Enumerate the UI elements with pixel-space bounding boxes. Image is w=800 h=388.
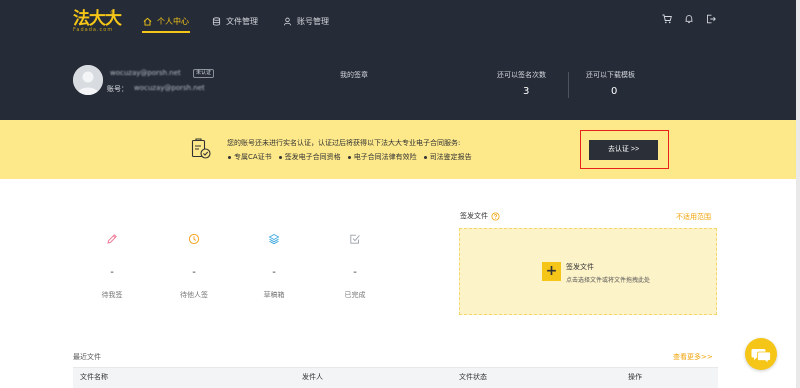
dropzone-hint: 点击选择文件或将文件拖拽此处	[566, 277, 651, 284]
clock-icon	[188, 233, 200, 245]
see-more-link[interactable]: 查看更多>>	[673, 352, 713, 362]
account-value: wocuzay@porsh.net	[134, 84, 205, 92]
counter-completed[interactable]: - 已完成	[335, 233, 375, 300]
column-actions: 操作	[628, 373, 642, 381]
chat-bubbles-icon	[751, 349, 771, 364]
counter-drafts[interactable]: - 草稿箱	[254, 233, 294, 300]
counter-label: 待我签	[101, 291, 123, 299]
page-scrollbar[interactable]	[796, 0, 800, 388]
verification-banner	[0, 120, 800, 179]
column-file-status: 文件状态	[459, 373, 487, 381]
home-icon	[143, 17, 152, 26]
chat-button[interactable]	[745, 338, 777, 370]
database-icon	[212, 16, 221, 26]
auth-status-badge: 未认证	[193, 69, 215, 78]
my-signature-link[interactable]: 我的签章	[340, 70, 368, 80]
brand-logo[interactable]: 法大大 Fadada.com ®	[73, 10, 122, 33]
counter-label: 待他人签	[180, 291, 208, 299]
user-icon	[283, 17, 292, 25]
counter-value: -	[192, 267, 196, 278]
bell-icon[interactable]	[684, 14, 694, 24]
verify-now-button[interactable]: 去认证 >>	[589, 140, 658, 160]
not-applicable-scope-link[interactable]: 不适用范围	[676, 212, 711, 222]
avatar[interactable]	[73, 65, 103, 95]
account-label: 账号：	[107, 85, 128, 93]
benefit-item: 专属CA证书	[228, 152, 272, 162]
counter-awaiting-others[interactable]: - 待他人签	[174, 233, 214, 300]
active-nav-indicator	[142, 31, 190, 33]
counter-value: -	[272, 267, 276, 278]
counter-value: -	[110, 267, 114, 278]
benefit-list: 专属CA证书 签发电子合同资格 电子合同法律有效险 司法鉴定报告	[228, 152, 472, 162]
sign-file-heading: 签发文件	[460, 211, 500, 221]
nav-personal-center[interactable]: 个人中心	[143, 14, 189, 28]
recent-files-table-header	[73, 367, 718, 388]
help-icon[interactable]	[491, 211, 500, 221]
counter-awaiting-me[interactable]: - 待我签	[92, 233, 132, 300]
remaining-downloads-label: 还可以下载模板	[586, 71, 635, 79]
benefit-item: 签发电子合同资格	[278, 152, 341, 162]
recent-files-title: 最近文件	[73, 353, 101, 361]
counter-label: 已完成	[344, 291, 366, 299]
verification-message: 您的账号还未进行实名认证，认证过后将获得以下法大大专业电子合同服务:	[227, 139, 461, 147]
certificate-icon	[190, 138, 212, 160]
nav-account-management[interactable]: 账号管理	[283, 14, 329, 28]
stats-divider	[568, 72, 569, 98]
benefit-item: 电子合同法律有效险	[347, 152, 417, 162]
sign-file-title: 签发文件	[460, 212, 488, 220]
pen-icon	[106, 233, 118, 245]
dropzone-title: 签发文件	[566, 263, 594, 271]
remaining-downloads-value: 0	[611, 86, 618, 97]
remaining-signs-value: 3	[523, 86, 530, 97]
nav-account-management-label: 账号管理	[297, 16, 329, 26]
column-file-name: 文件名称	[80, 373, 108, 381]
logout-icon[interactable]	[706, 14, 716, 24]
checkbox-icon	[349, 233, 361, 245]
layers-icon	[268, 233, 280, 245]
benefit-item: 司法鉴定报告	[423, 152, 472, 162]
user-email: wocuzay@porsh.net	[110, 69, 181, 77]
cart-icon[interactable]	[662, 14, 672, 24]
remaining-signs-label: 还可以签名次数	[497, 71, 546, 79]
nav-file-management-label: 文件管理	[226, 16, 258, 26]
column-sender: 发件人	[302, 373, 323, 381]
counter-value: -	[353, 267, 357, 278]
header-actions	[662, 14, 716, 24]
add-file-button[interactable]: +	[542, 262, 561, 281]
registered-mark: ®	[110, 10, 115, 16]
nav-file-management[interactable]: 文件管理	[212, 14, 258, 28]
nav-personal-center-label: 个人中心	[157, 16, 189, 26]
counter-label: 草稿箱	[263, 291, 285, 299]
